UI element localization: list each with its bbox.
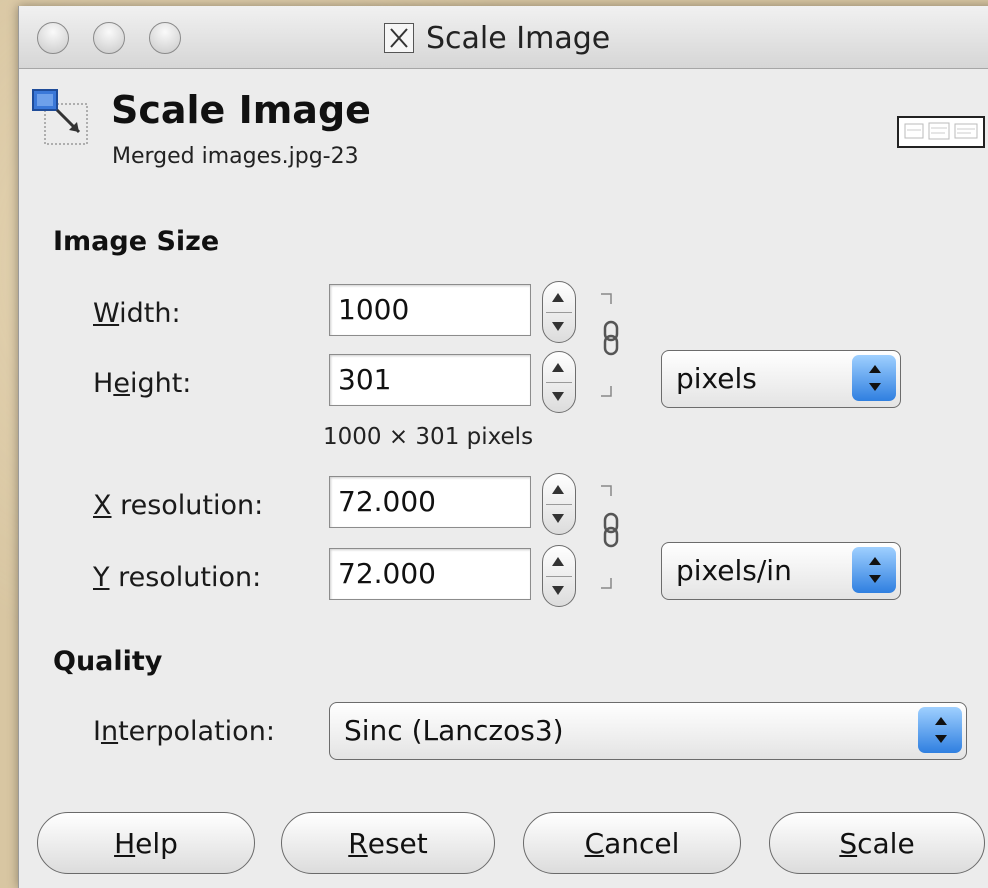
spin-down-icon[interactable] <box>552 322 564 331</box>
width-spinner[interactable] <box>542 281 576 343</box>
spin-up-icon[interactable] <box>552 557 564 566</box>
height-label: Height: <box>93 368 192 399</box>
image-name: Merged images.jpg-23 <box>112 144 359 169</box>
chain-link-icon[interactable] <box>597 482 627 592</box>
spin-up-icon[interactable] <box>552 485 564 494</box>
y-resolution-label: Y resolution: <box>93 562 262 593</box>
cancel-button[interactable]: Cancel <box>523 812 741 874</box>
reset-button[interactable]: Reset <box>281 812 495 874</box>
y-resolution-input[interactable]: 72.000 <box>329 548 531 600</box>
window-zoom-button[interactable] <box>149 22 181 54</box>
interpolation-select[interactable]: Sinc (Lanczos3) <box>329 702 967 760</box>
width-input[interactable]: 1000 <box>329 284 531 336</box>
pixel-size-note: 1000 × 301 pixels <box>323 424 534 450</box>
x11-app-icon <box>384 23 414 53</box>
interpolation-label: Interpolation: <box>93 716 275 747</box>
spin-down-icon[interactable] <box>552 514 564 523</box>
y-resolution-spinner[interactable] <box>542 545 576 607</box>
spin-up-icon[interactable] <box>552 363 564 372</box>
window-title-text: Scale Image <box>426 20 611 56</box>
height-spinner[interactable] <box>542 351 576 413</box>
window-close-button[interactable] <box>37 22 69 54</box>
x-resolution-label: X resolution: <box>93 490 264 521</box>
x-resolution-input[interactable]: 72.000 <box>329 476 531 528</box>
dialog-heading: Scale Image <box>111 88 371 132</box>
title-bar: Scale Image <box>19 6 988 69</box>
window-minimize-button[interactable] <box>93 22 125 54</box>
spin-down-icon[interactable] <box>552 586 564 595</box>
resolution-unit-select[interactable]: pixels/in <box>661 542 901 600</box>
window-title: Scale Image <box>384 20 610 56</box>
image-preview-thumbnail <box>897 116 985 148</box>
x-resolution-spinner[interactable] <box>542 473 576 535</box>
scale-image-icon <box>31 86 91 148</box>
interpolation-value: Sinc (Lanczos3) <box>344 714 564 747</box>
size-unit-value: pixels <box>676 362 757 395</box>
select-arrows-icon <box>852 355 896 401</box>
select-arrows-icon <box>918 707 962 753</box>
scale-button[interactable]: Scale <box>769 812 985 874</box>
width-label: Width: <box>93 298 181 329</box>
spin-down-icon[interactable] <box>552 392 564 401</box>
spin-up-icon[interactable] <box>552 293 564 302</box>
size-unit-select[interactable]: pixels <box>661 350 901 408</box>
image-size-section-title: Image Size <box>53 226 220 257</box>
chain-link-icon[interactable] <box>597 290 627 400</box>
help-button[interactable]: Help <box>37 812 255 874</box>
quality-section-title: Quality <box>53 646 163 677</box>
select-arrows-icon <box>852 547 896 593</box>
resolution-unit-value: pixels/in <box>676 554 792 587</box>
height-input[interactable]: 301 <box>329 354 531 406</box>
scale-image-dialog: Scale Image Scale Image Merged images.jp… <box>18 6 988 888</box>
